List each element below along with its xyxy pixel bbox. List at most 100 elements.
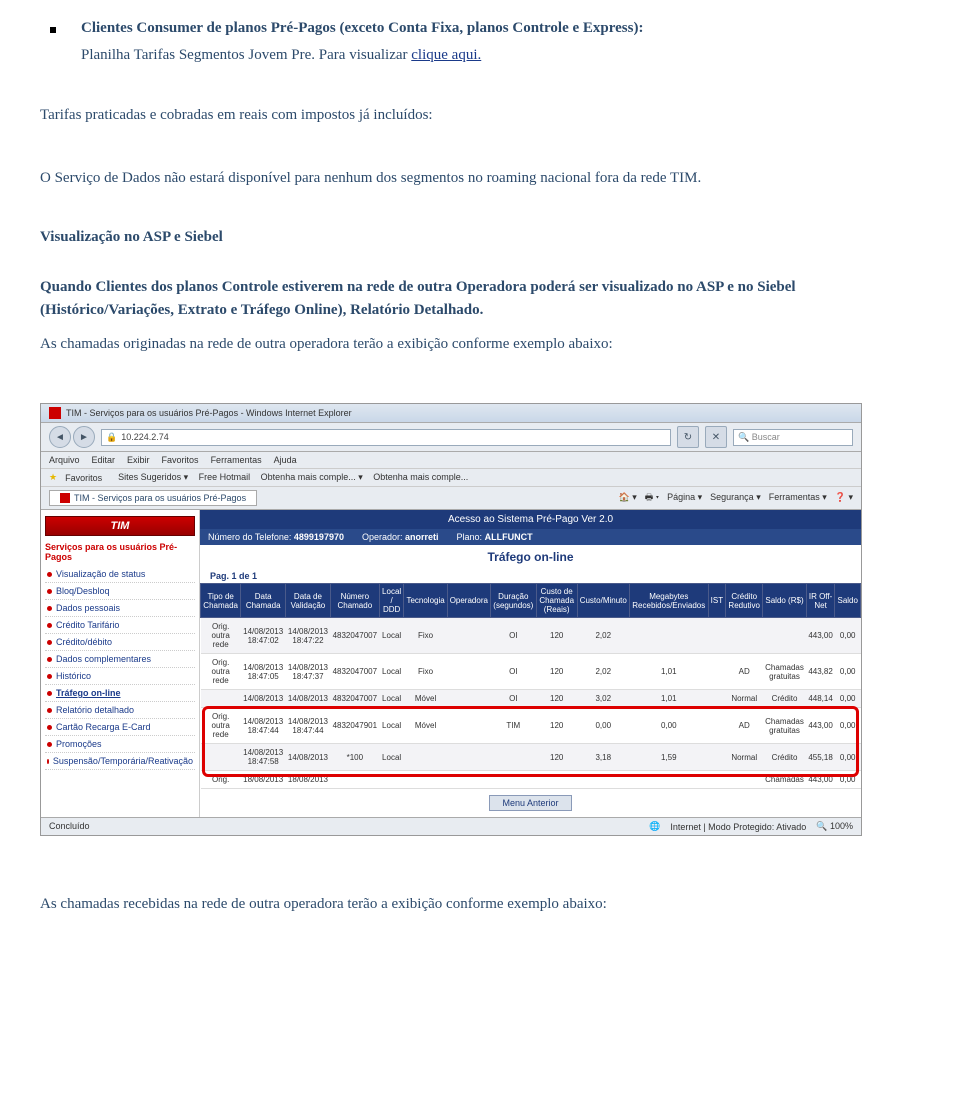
bullet-heading: Clientes Consumer de planos Pré-Pagos (e… <box>81 20 643 37</box>
clique-aqui-link[interactable]: clique aqui. <box>411 47 481 63</box>
ie-tool[interactable]: Segurança ▾ <box>710 492 761 502</box>
dot-icon <box>47 572 52 577</box>
sidebar-item[interactable]: Visualização de status <box>45 566 195 583</box>
favorites-label[interactable]: Favoritos <box>65 473 102 483</box>
table-cell: Crédito <box>763 744 806 771</box>
sidebar-item[interactable]: Relatório detalhado <box>45 702 195 719</box>
back-button[interactable]: ◄ <box>49 426 71 448</box>
table-header: Data de Validação <box>286 584 331 618</box>
table-cell <box>763 618 806 654</box>
table-cell <box>447 708 490 744</box>
dot-icon <box>47 742 52 747</box>
sidebar-item[interactable]: Crédito/débito <box>45 634 195 651</box>
table-cell: 120 <box>536 654 577 690</box>
favorite-link[interactable]: Obtenha mais comple... <box>371 472 469 482</box>
table-cell: Fixo <box>404 654 447 690</box>
table-cell: AD <box>726 708 763 744</box>
table-cell <box>201 690 241 708</box>
table-cell: 18/08/2013 <box>286 771 331 789</box>
menu-anterior-button[interactable]: Menu Anterior <box>489 795 571 811</box>
subline: Planilha Tarifas Segmentos Jovem Pre. Pa… <box>81 47 920 64</box>
table-cell <box>708 708 725 744</box>
table-row: Orig. outra rede14/08/2013 18:47:4414/08… <box>201 708 861 744</box>
table-cell <box>404 744 447 771</box>
table-cell: 0,00 <box>835 744 861 771</box>
window-title: TIM - Serviços para os usuários Pré-Pago… <box>66 408 352 418</box>
table-cell: OI <box>490 690 536 708</box>
table-cell: 3,18 <box>577 744 629 771</box>
sidebar-item[interactable]: Histórico <box>45 668 195 685</box>
sidebar-item[interactable]: Tráfego on-line <box>45 685 195 702</box>
sidebar-item[interactable]: Crédito Tarifário <box>45 617 195 634</box>
table-cell: Local <box>379 618 404 654</box>
embedded-screenshot: TIM - Serviços para os usuários Pré-Pago… <box>40 403 862 836</box>
address-bar[interactable]: 🔒 10.224.2.74 <box>101 429 671 446</box>
table-header: Custo/Minuto <box>577 584 629 618</box>
table-row: 14/08/201314/08/20134832047007LocalMóvel… <box>201 690 861 708</box>
menu-item[interactable]: Favoritos <box>162 455 199 465</box>
table-cell <box>379 771 404 789</box>
table-cell <box>490 771 536 789</box>
table-cell: OI <box>490 654 536 690</box>
forward-button[interactable]: ► <box>73 426 95 448</box>
table-cell: 1,01 <box>629 654 708 690</box>
table-cell: 14/08/2013 <box>286 690 331 708</box>
section-title: Visualização no ASP e Siebel <box>40 229 920 246</box>
sidebar-item[interactable]: Bloq/Desbloq <box>45 583 195 600</box>
ie-tool[interactable]: 🖶 ▾ <box>645 492 659 502</box>
table-header: Data Chamada <box>241 584 286 618</box>
sidebar-item[interactable]: Dados complementares <box>45 651 195 668</box>
app-sidebar: TIM Serviços para os usuários Pré-Pagos … <box>41 510 200 817</box>
ie-statusbar: Concluído 🌐 Internet | Modo Protegido: A… <box>41 817 861 835</box>
favorite-link[interactable]: Free Hotmail <box>196 472 250 482</box>
browser-tab[interactable]: TIM - Serviços para os usuários Pré-Pago… <box>49 490 257 506</box>
table-cell: 4832047007 <box>330 618 379 654</box>
table-cell <box>447 654 490 690</box>
table-cell: Chamadas gratuitas <box>763 654 806 690</box>
menu-item[interactable]: Editar <box>92 455 116 465</box>
table-cell: 18/08/2013 <box>241 771 286 789</box>
ie-tool[interactable]: ❓ ▾ <box>835 492 853 502</box>
table-cell: AD <box>726 654 763 690</box>
table-cell: Orig. <box>201 771 241 789</box>
menu-item[interactable]: Ajuda <box>274 455 297 465</box>
table-header: Número Chamado <box>330 584 379 618</box>
favorite-link[interactable]: Sites Sugeridos ▾ <box>118 472 188 482</box>
table-cell: Orig. outra rede <box>201 708 241 744</box>
table-cell: 448,14 <box>806 690 835 708</box>
menu-item[interactable]: Exibir <box>127 455 150 465</box>
table-cell: 120 <box>536 744 577 771</box>
table-cell: 0,00 <box>835 654 861 690</box>
search-box[interactable]: 🔍 Buscar <box>733 429 853 446</box>
table-header: Duração (segundos) <box>490 584 536 618</box>
sidebar-item[interactable]: Promoções <box>45 736 195 753</box>
ie-tool[interactable]: 🏠 ▾ <box>619 492 637 502</box>
table-cell: Crédito <box>763 690 806 708</box>
refresh-button[interactable]: ↻ <box>677 426 699 448</box>
table-cell: OI <box>490 618 536 654</box>
lock-icon: 🔒 <box>106 432 117 443</box>
ie-tool[interactable]: Ferramentas ▾ <box>769 492 827 502</box>
favorite-link[interactable]: Obtenha mais comple... ▾ <box>258 472 363 482</box>
pagination-label: Pag. 1 de 1 <box>200 569 861 583</box>
sidebar-item[interactable]: Suspensão/Temporária/Reativação <box>45 753 195 770</box>
table-cell: 3,02 <box>577 690 629 708</box>
menu-item[interactable]: Ferramentas <box>211 455 262 465</box>
dot-icon <box>47 674 52 679</box>
table-cell: 14/08/2013 <box>241 690 286 708</box>
status-zoom[interactable]: 🔍 100% <box>816 821 853 832</box>
sidebar-item[interactable]: Dados pessoais <box>45 600 195 617</box>
globe-icon: 🌐 <box>649 821 660 832</box>
sidebar-item[interactable]: Cartão Recarga E-Card <box>45 719 195 736</box>
table-header: Crédito Redutivo <box>726 584 763 618</box>
subline-text: Planilha Tarifas Segmentos Jovem Pre. Pa… <box>81 47 411 63</box>
menu-item[interactable]: Arquivo <box>49 455 80 465</box>
ie-tool[interactable]: Página ▾ <box>667 492 702 502</box>
table-cell: Móvel <box>404 690 447 708</box>
tarifas-heading: Tarifas praticadas e cobradas em reais c… <box>40 104 920 127</box>
originadas-paragraph: As chamadas originadas na rede de outra … <box>40 336 920 353</box>
table-cell: 4832047007 <box>330 654 379 690</box>
table-cell: 120 <box>536 690 577 708</box>
stop-button[interactable]: ✕ <box>705 426 727 448</box>
table-header: Operadora <box>447 584 490 618</box>
